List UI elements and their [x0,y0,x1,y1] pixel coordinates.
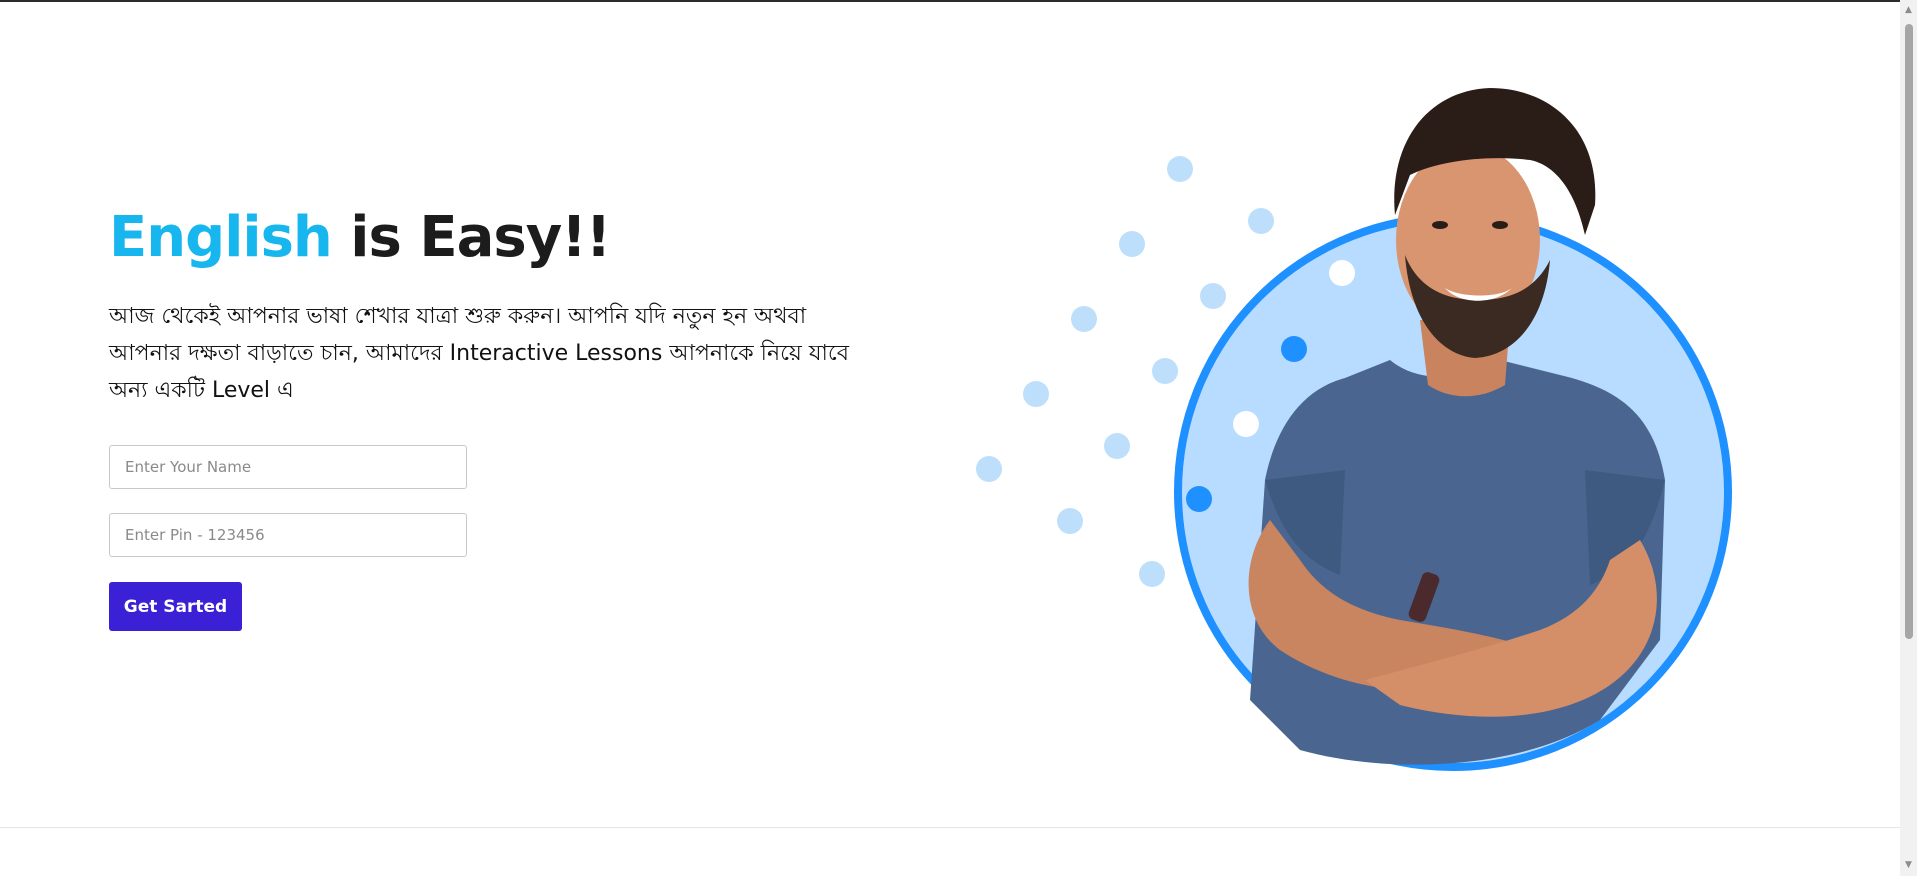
hero-illustration [976,88,1732,771]
dot-icon [1152,358,1178,384]
dot-icon [1248,208,1274,234]
dot-icon [1167,156,1193,182]
dot-icon [1023,381,1049,407]
scrollbar-thumb[interactable] [1905,24,1913,639]
section-divider [0,827,1900,828]
landing-page: English is Easy!! আজ থেকেই আপনার ভাষা শে… [0,0,1900,876]
scroll-down-arrow-icon[interactable]: ▼ [1900,857,1917,874]
dot-icon [1281,336,1307,362]
dot-icon [1071,306,1097,332]
smiling-man-photo [1248,88,1665,765]
dot-icon [1186,486,1212,512]
dot-icon [1139,561,1165,587]
scroll-up-arrow-icon[interactable]: ▲ [1900,2,1917,19]
page-scrollbar[interactable]: ▲ ▼ [1900,0,1917,876]
dot-icon [1329,260,1355,286]
dot-icon [1119,231,1145,257]
dot-icon [1057,508,1083,534]
dot-icon [1200,283,1226,309]
dot-icon [976,456,1002,482]
dot-icon [1233,411,1259,437]
dot-icon [1104,433,1130,459]
